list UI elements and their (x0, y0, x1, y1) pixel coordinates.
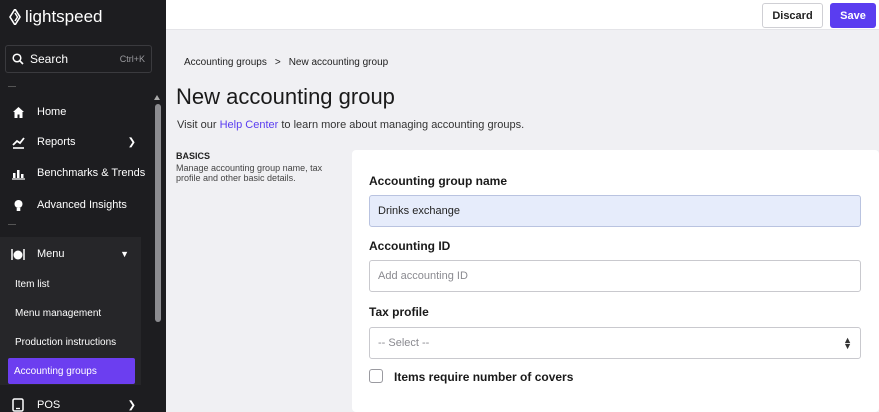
help-suffix: to learn more about managing accounting … (281, 119, 525, 131)
home-icon (11, 105, 25, 119)
select-arrows-icon: ▲ ▼ (843, 335, 852, 351)
sidebar: lightspeed Search Ctrl+K Home Reports ❯ … (0, 0, 166, 412)
save-button[interactable]: Save (830, 3, 876, 28)
menu-submenu: Menu ▼ Item list Menu management Product… (0, 237, 141, 385)
discard-button[interactable]: Discard (762, 3, 823, 28)
covers-checkbox[interactable] (369, 369, 383, 383)
sidebar-item-reports[interactable]: Reports ❯ (0, 129, 152, 155)
scroll-up-arrow-icon[interactable] (154, 95, 160, 100)
sidebar-subitem-label: Item list (15, 278, 50, 290)
tax-profile-select[interactable]: -- Select -- ▲ ▼ (369, 327, 861, 359)
breadcrumb-current: New accounting group (288, 57, 389, 68)
sidebar-scrollbar[interactable] (155, 104, 161, 322)
sidebar-item-label: Benchmarks & Trends (37, 167, 146, 179)
tax-profile-label: Tax profile (369, 305, 429, 319)
sidebar-item-advanced-insights[interactable]: Advanced Insights (0, 192, 152, 218)
chevron-right-icon: ❯ (127, 136, 136, 148)
chevron-down-icon: ▼ (120, 249, 129, 259)
search-shortcut: Ctrl+K (119, 54, 145, 64)
section-title: BASICS (176, 151, 211, 161)
breadcrumb-separator: > (274, 57, 281, 68)
lightspeed-logo-icon (9, 9, 21, 25)
logo[interactable]: lightspeed (8, 6, 103, 28)
sidebar-subitem-accounting-groups[interactable]: Accounting groups (8, 358, 135, 384)
sidebar-item-label: Menu (37, 248, 65, 260)
search-icon (12, 53, 24, 65)
menu-icon (11, 247, 25, 261)
sidebar-item-label: Advanced Insights (37, 199, 127, 211)
benchmarks-icon (11, 166, 25, 180)
help-center-link[interactable]: Help Center (220, 119, 279, 131)
pos-icon (11, 398, 25, 412)
breadcrumb: Accounting groups > New accounting group (184, 57, 388, 68)
search-button[interactable]: Search Ctrl+K (5, 45, 152, 73)
logo-text: lightspeed (25, 7, 103, 26)
nav-divider (8, 86, 16, 87)
chevron-right-icon: ❯ (127, 399, 136, 411)
nav-divider (8, 224, 16, 225)
accounting-id-input[interactable] (369, 260, 861, 292)
accounting-group-name-input[interactable] (369, 195, 861, 227)
lightbulb-icon (11, 198, 25, 212)
sidebar-item-pos[interactable]: POS ❯ (0, 392, 152, 412)
sidebar-subitem-label: Accounting groups (14, 365, 97, 377)
section-description: Manage accounting group name, tax profil… (176, 163, 323, 183)
sidebar-subitem-label: Menu management (15, 307, 102, 319)
sidebar-subitem-item-list[interactable]: Item list (0, 271, 141, 297)
sidebar-subitem-label: Production instructions (15, 336, 117, 348)
sidebar-item-label: POS (37, 399, 61, 411)
help-prefix: Visit our (177, 119, 217, 131)
search-label: Search (30, 52, 69, 66)
accounting-id-label: Accounting ID (369, 239, 451, 253)
sidebar-subitem-production-instructions[interactable]: Production instructions (0, 329, 141, 355)
sidebar-subitem-menu-management[interactable]: Menu management (0, 300, 141, 326)
breadcrumb-parent-link[interactable]: Accounting groups (184, 57, 267, 68)
sidebar-item-menu[interactable]: Menu ▼ (0, 241, 141, 267)
sidebar-item-home[interactable]: Home (0, 99, 152, 125)
name-field-label: Accounting group name (369, 174, 507, 188)
sidebar-item-benchmarks[interactable]: Benchmarks & Trends (0, 160, 152, 186)
tax-profile-value: -- Select -- (378, 337, 430, 349)
sidebar-item-label: Reports (37, 136, 76, 148)
sidebar-item-label: Home (37, 106, 67, 118)
covers-checkbox-label[interactable]: Items require number of covers (394, 370, 573, 384)
reports-icon (11, 135, 25, 149)
help-text: Visit our Help Center to learn more abou… (177, 119, 524, 131)
page-title: New accounting group (176, 84, 395, 109)
